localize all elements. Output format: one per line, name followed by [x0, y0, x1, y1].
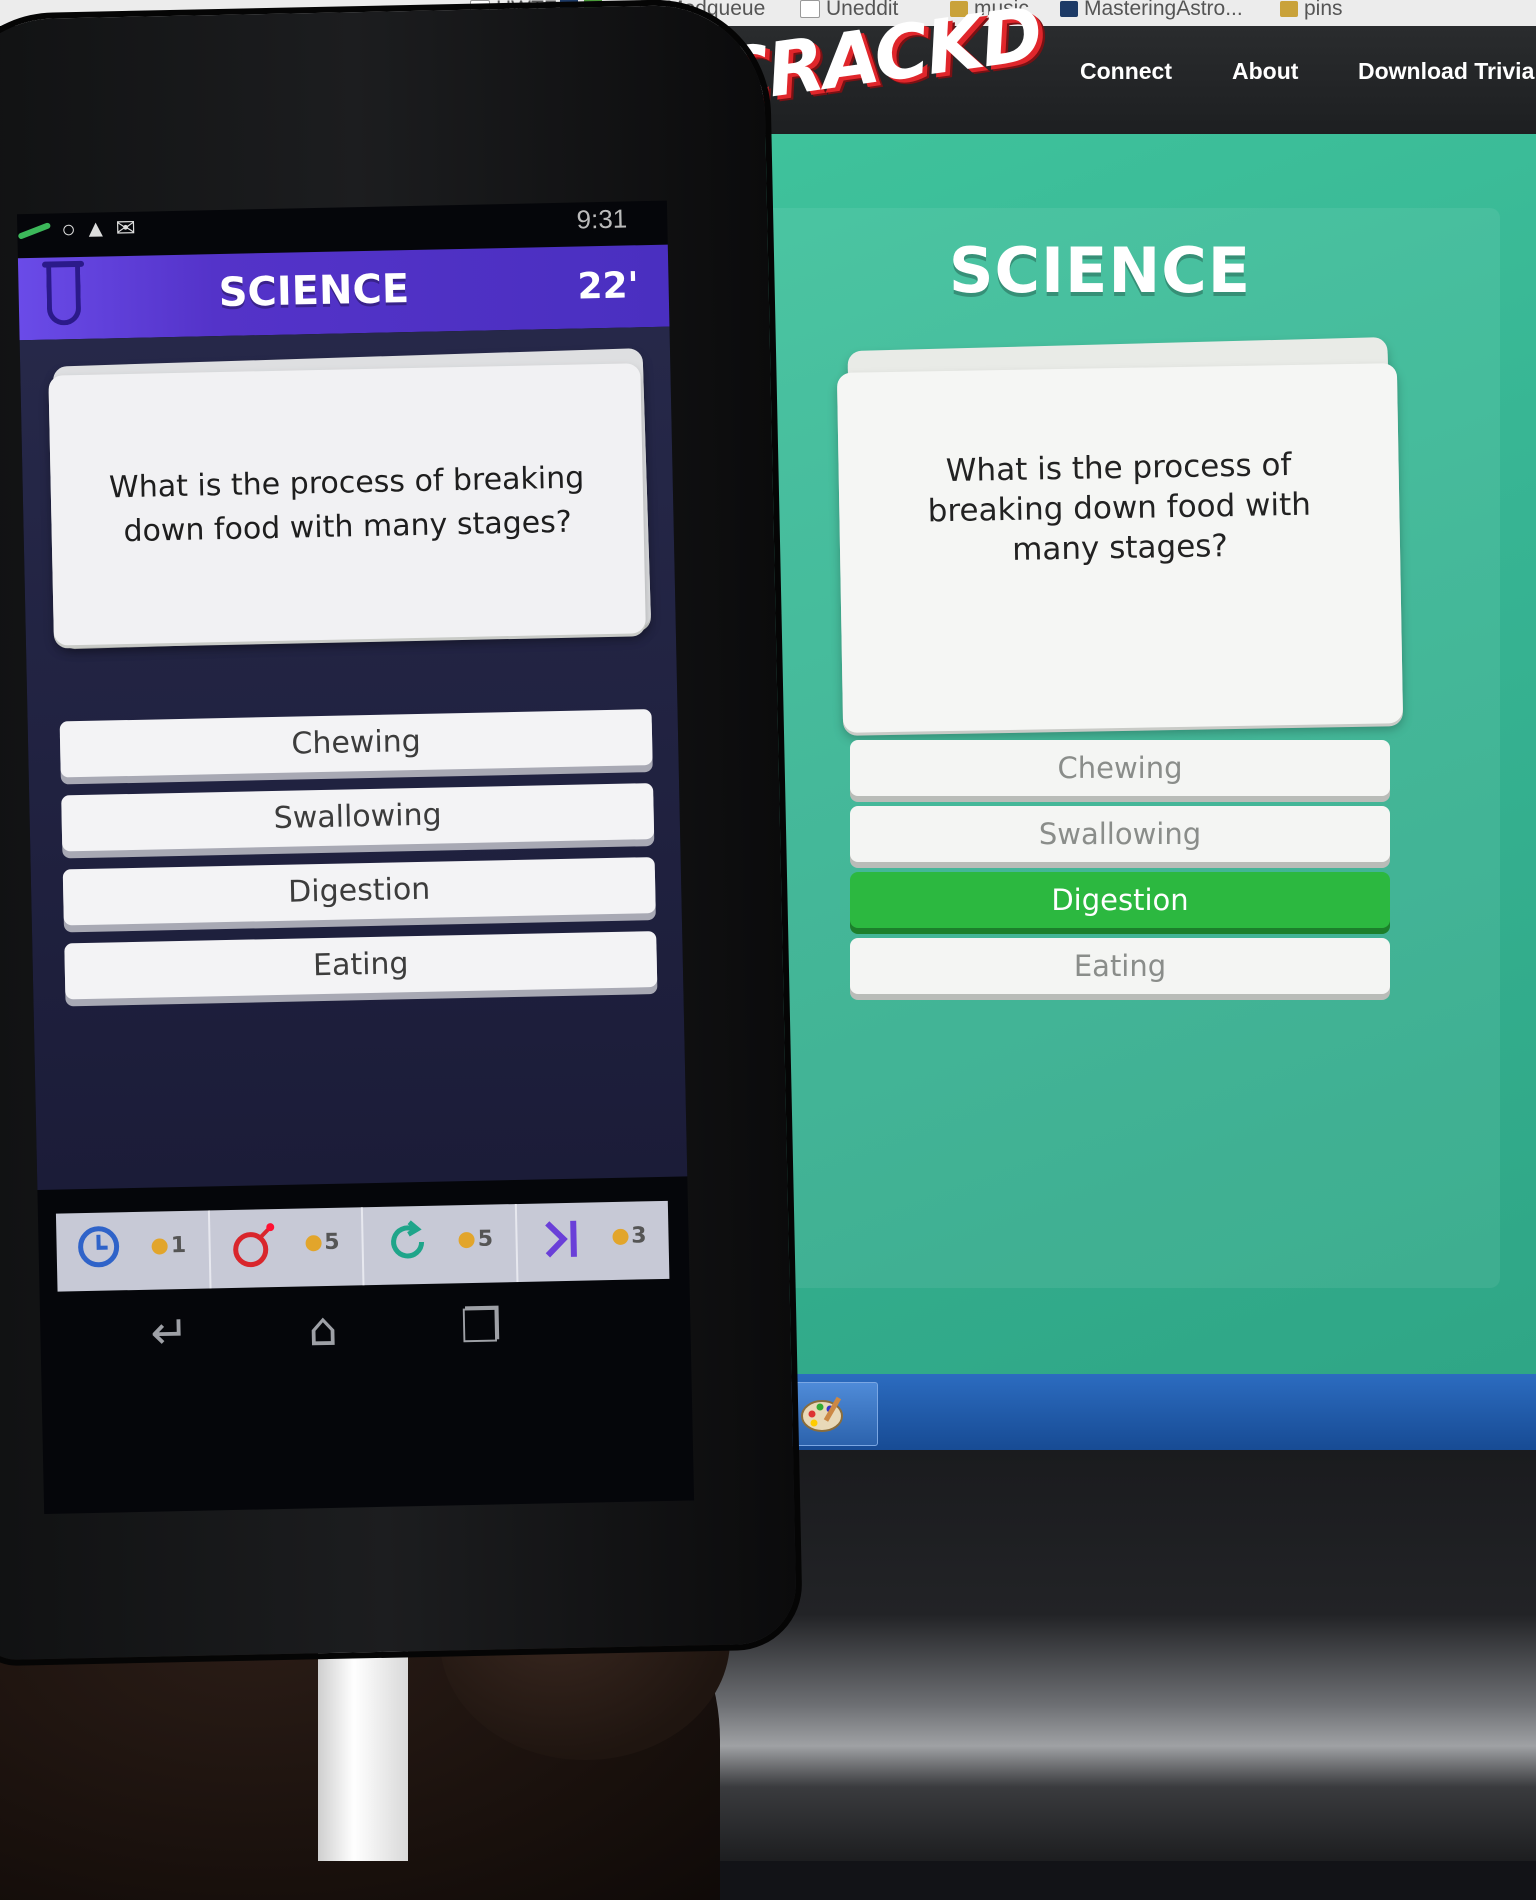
coin-icon: [305, 1235, 322, 1252]
folder-icon: [1280, 1, 1298, 17]
home-icon[interactable]: ⌂: [308, 1302, 338, 1357]
card-front: What is the process of breaking down foo…: [836, 363, 1404, 733]
smartphone: ○▲✉ 9:31 SCIENCE 22' What is the process…: [0, 3, 798, 1661]
answer-button-digestion-correct[interactable]: Digestion: [850, 872, 1390, 928]
powerup-bar: 1 5 5 3: [55, 1200, 670, 1292]
nav-connect[interactable]: Connect: [1080, 58, 1172, 85]
card-front: What is the process of breaking down foo…: [48, 363, 646, 646]
powerup-cost: 3: [612, 1223, 647, 1249]
powerup-bomb[interactable]: 5: [209, 1207, 365, 1289]
powerup-extra-time[interactable]: 1: [55, 1210, 212, 1292]
coin-icon: [151, 1238, 168, 1255]
powerup-cost: 1: [151, 1233, 186, 1259]
bookmark-pins[interactable]: pins: [1280, 0, 1343, 21]
notification-icons: ○▲✉: [61, 214, 144, 244]
answer-button-swallowing[interactable]: Swallowing: [850, 806, 1390, 862]
powerup-cost: 5: [305, 1230, 340, 1256]
phone-screen: ○▲✉ 9:31 SCIENCE 22' What is the process…: [16, 200, 695, 1514]
test-tube-icon: [46, 264, 82, 326]
phone-category-title: SCIENCE: [218, 266, 410, 317]
page-icon: [800, 0, 820, 18]
palette-icon: [801, 1396, 843, 1432]
bookmark-mastering-astro[interactable]: MasteringAstro...: [1060, 0, 1243, 21]
answer-button-eating[interactable]: Eating: [850, 938, 1390, 994]
refresh-icon: [383, 1218, 432, 1277]
notification-bar-icon: [17, 221, 52, 240]
nav-about[interactable]: About: [1232, 58, 1298, 85]
answer-button-chewing[interactable]: Chewing: [850, 740, 1390, 796]
category-title: SCIENCE: [948, 234, 1252, 307]
phone-question-text: What is the process of breaking down foo…: [108, 460, 585, 550]
skip-icon: [537, 1215, 586, 1274]
countdown-timer: 22': [577, 265, 640, 308]
clock-icon: [76, 1224, 121, 1279]
android-nav-bar: ↵ ⌂ ❐: [40, 1290, 692, 1384]
powerup-double-chance[interactable]: 5: [362, 1204, 518, 1286]
powerup-cost: 5: [458, 1227, 493, 1253]
bomb-icon: [230, 1221, 279, 1280]
recent-apps-icon[interactable]: ❐: [460, 1298, 502, 1353]
coin-icon: [458, 1231, 475, 1249]
nav-download-trivia[interactable]: Download Trivia: [1358, 58, 1534, 85]
back-icon[interactable]: ↵: [150, 1305, 190, 1360]
powerup-skip[interactable]: 3: [516, 1201, 669, 1282]
question-text: What is the process of breaking down foo…: [927, 447, 1312, 568]
coin-icon: [612, 1228, 629, 1246]
site-icon: [1060, 1, 1078, 17]
phone-question-card: What is the process of breaking down foo…: [48, 348, 654, 661]
phone-category-header: SCIENCE 22': [17, 244, 670, 341]
status-time: 9:31: [576, 203, 628, 235]
